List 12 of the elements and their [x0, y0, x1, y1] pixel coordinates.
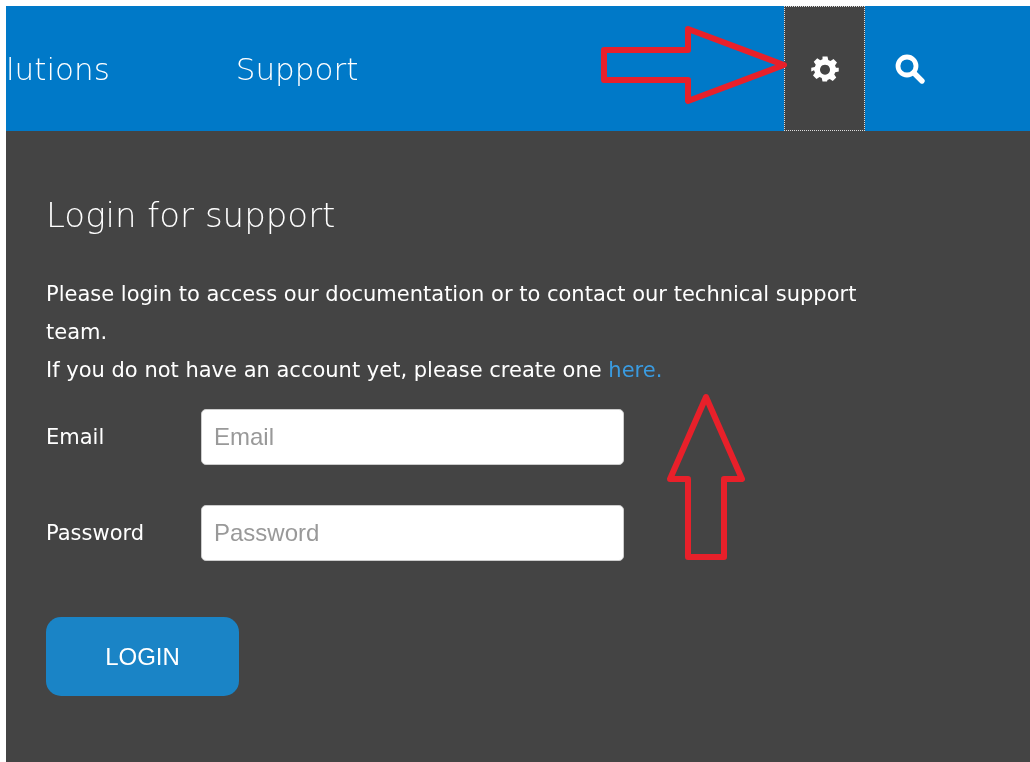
- nav-link[interactable]: Support: [235, 50, 359, 87]
- create-account-link[interactable]: here.: [608, 358, 663, 382]
- input-field[interactable]: Password: [201, 505, 624, 561]
- settings-button[interactable]: [784, 6, 865, 131]
- field-label: Password: [46, 521, 146, 545]
- intro-text: Please login to access our documentation or to contact our technical support team.: [46, 281, 858, 346]
- nav-link[interactable]: lutions: [6, 50, 110, 87]
- login-title: Login for support: [46, 195, 337, 235]
- input-field[interactable]: Email: [201, 409, 624, 465]
- account-prompt-text: If you do not have an account yet, please create one here.: [46, 357, 664, 384]
- field-label: Email: [46, 425, 106, 449]
- login-button[interactable]: LOGIN: [46, 617, 239, 696]
